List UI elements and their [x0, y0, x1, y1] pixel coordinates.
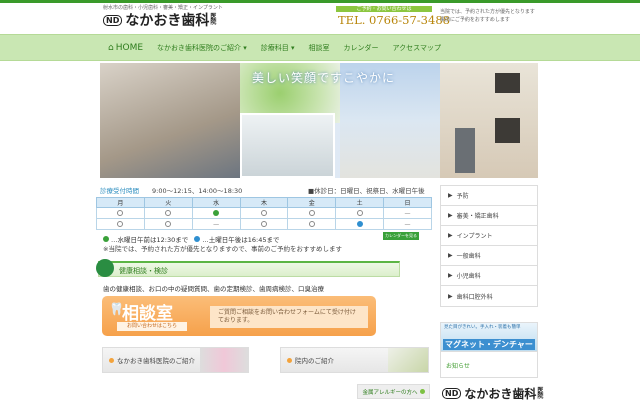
contact-link[interactable]: お問い合わせはこちら: [117, 322, 187, 331]
triangle-icon: ▶: [448, 232, 453, 239]
staff-photo: [200, 348, 248, 372]
open-circle-icon: [356, 210, 363, 216]
interior-link[interactable]: 院内のご紹介: [280, 347, 429, 373]
blue-dot-icon: [194, 236, 201, 242]
home-icon: ⌂: [108, 42, 114, 53]
hero-image: 美しい笑顔ですこやかに: [100, 63, 538, 178]
sidebar-item-oral-surgery[interactable]: ▶ 歯科口腔外科: [441, 286, 537, 306]
about-clinic-link[interactable]: なかおき歯科医院のご紹介: [102, 347, 249, 373]
schedule-cell: [191, 207, 241, 219]
schedule-row: — —: [96, 218, 432, 230]
calendar-button[interactable]: カレンダーを見る: [383, 232, 419, 240]
open-circle-icon: [260, 210, 267, 216]
day-header: 日: [383, 197, 432, 208]
allergy-link[interactable]: 金属アレルギーの方へ: [357, 384, 430, 399]
tel-label: ご予約・お問い合わせは: [336, 6, 432, 12]
magnet-denture-banner[interactable]: 見た目がきれい。手入れ・装着も簡単 マグネット・デンチャー: [440, 322, 538, 352]
schedule-cell: [96, 218, 145, 230]
blue-dot-icon: [356, 221, 363, 227]
open-circle-icon: [260, 221, 267, 227]
schedule-cell: —: [383, 207, 432, 219]
schedule-cell: —: [191, 218, 241, 230]
hours-label: 診療受付時間: [100, 187, 139, 195]
nav-home[interactable]: ⌂ HOME: [108, 43, 143, 53]
nav-calendar[interactable]: カレンダー: [344, 43, 379, 53]
arrow-icon: [419, 389, 425, 394]
open-circle-icon: [117, 210, 124, 216]
clinic-building-photo: [440, 63, 538, 178]
tel-number[interactable]: TEL. 0766-57-3488: [338, 13, 450, 27]
schedule-cell: [239, 207, 289, 219]
green-dot-icon: [103, 236, 109, 242]
schedule-cell: [239, 218, 289, 230]
top-accent-line: [0, 0, 640, 3]
dentist-photo: [100, 63, 240, 178]
site-logo[interactable]: ND なかおき歯科 医院: [103, 10, 216, 30]
sidebar-item-prevention[interactable]: ▶ 予防: [441, 186, 537, 206]
interior-photo: [388, 348, 428, 372]
hero-slogan: 美しい笑顔ですこやかに: [252, 71, 396, 85]
main-nav: ⌂ HOME なかおき歯科医院のご紹介 ▾ 診療科目 ▾ 相談室 カレンダー アク…: [0, 34, 640, 61]
schedule-cell: [96, 207, 145, 219]
nav-consult[interactable]: 相談室: [309, 43, 330, 53]
schedule-cell: [335, 207, 385, 219]
treatment-room-photo: [240, 113, 335, 178]
nav-about[interactable]: なかおき歯科医院のご紹介 ▾: [157, 43, 247, 53]
day-header: 水: [191, 197, 241, 208]
triangle-icon: ▶: [448, 272, 453, 279]
section-text: 歯の健康相談、お口の中の疑問質問、歯の定期検診、歯周病検診、口臭治療: [103, 285, 324, 293]
schedule-row: —: [96, 207, 432, 219]
triangle-icon: ▶: [448, 292, 453, 300]
nav-access[interactable]: アクセスマップ: [393, 43, 441, 53]
section-icon: [96, 259, 114, 277]
header-note: 当院では、予約された方が優先となります 事前にご予約をおすすめします: [440, 9, 535, 23]
schedule-cell: [143, 207, 193, 219]
open-circle-icon: [117, 221, 124, 227]
sidebar-item-implant[interactable]: ▶ インプラント: [441, 226, 537, 246]
open-circle-icon: [165, 221, 172, 227]
triangle-icon: ▶: [448, 212, 453, 219]
sidebar-item-aesthetic[interactable]: ▶ 審美・矯正歯科: [441, 206, 537, 226]
sidebar-item-pediatric[interactable]: ▶ 小児歯科: [441, 266, 537, 286]
schedule-table: 月火水木金土日 — — —: [96, 197, 432, 230]
section-header: 健康相談・検診: [96, 259, 400, 277]
schedule-cell: [143, 218, 193, 230]
triangle-icon: ▶: [448, 192, 453, 199]
schedule-cell: —: [383, 218, 432, 230]
day-header: 月: [96, 197, 145, 208]
consult-banner[interactable]: 🦷 相談室 お問い合わせはこちら ご質問ご相談をお問い合わせフォームにて受け付け…: [102, 296, 376, 336]
bullet-icon: [109, 357, 114, 363]
sidebar-menu: ▶ 予防 ▶ 審美・矯正歯科 ▶ インプラント ▶ 一般歯科 ▶ 小児歯科 ▶ 歯科口腔外科: [440, 185, 538, 307]
footer-logo: ND なかおき歯科 医院: [442, 385, 543, 402]
day-header: 金: [287, 197, 337, 208]
bullet-icon: [287, 357, 292, 363]
closed-days: ■休診日：日曜日、祝祭日、水曜日午後: [308, 187, 425, 195]
open-circle-icon: [165, 210, 172, 216]
day-header: 木: [239, 197, 289, 208]
day-header: 土: [335, 197, 385, 208]
triangle-icon: ▶: [448, 252, 453, 259]
open-circle-icon: [308, 221, 315, 227]
sidebar-item-general[interactable]: ▶ 一般歯科: [441, 246, 537, 266]
schedule-cell: [287, 218, 337, 230]
schedule-cell: [287, 207, 337, 219]
news-link[interactable]: お知らせ: [440, 352, 538, 378]
schedule-cell: [335, 218, 385, 230]
open-circle-icon: [308, 210, 315, 216]
reservation-notice: ※当院では、予約された方が優先となりますので、事前のご予約をおすすめします: [103, 245, 342, 253]
green-dot-icon: [213, 210, 220, 216]
nav-treatments[interactable]: 診療科目 ▾: [261, 43, 295, 53]
hours-value: 9:00～12:15、14:00～18:30: [152, 187, 243, 195]
day-header: 火: [143, 197, 193, 208]
